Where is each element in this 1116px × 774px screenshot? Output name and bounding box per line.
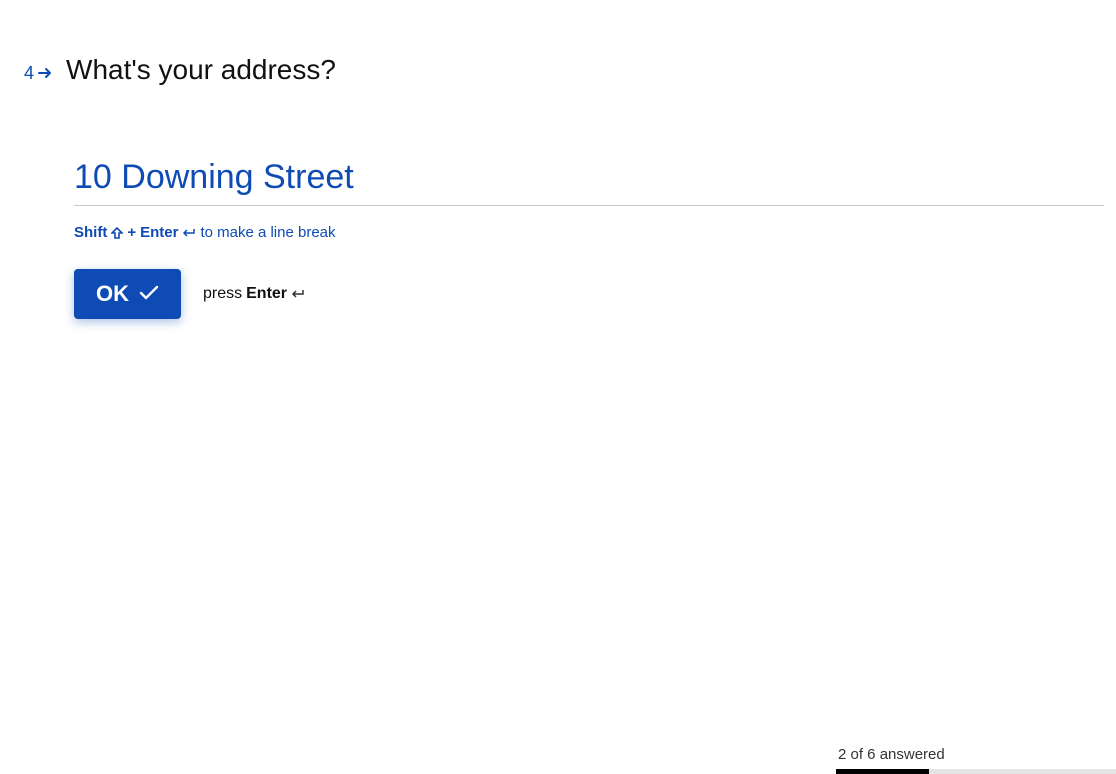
check-icon: [139, 281, 159, 307]
press-enter-hint: press Enter: [203, 285, 305, 303]
progress-bar: [836, 769, 1116, 774]
hint-enter-text: Enter: [140, 224, 178, 241]
hint-shift-text: Shift: [74, 224, 107, 241]
arrow-right-icon: [38, 67, 52, 79]
progress-label: 2 of 6 answered: [836, 746, 1116, 763]
form-question-container: 4 What's your address? Shift + Enter to …: [0, 0, 1116, 319]
answer-block: Shift + Enter to make a line break OK pr…: [74, 158, 1104, 319]
hint-plus: +: [127, 224, 136, 241]
shift-key-icon: [111, 227, 123, 239]
ok-button[interactable]: OK: [74, 269, 181, 319]
address-input[interactable]: [74, 158, 1104, 206]
line-break-hint: Shift + Enter to make a line break: [74, 224, 1104, 241]
hint-suffix: to make a line break: [200, 224, 335, 241]
enter-key-icon: [291, 289, 305, 299]
progress-container: 2 of 6 answered: [836, 746, 1116, 774]
enter-key-icon: [182, 228, 196, 238]
action-row: OK press Enter: [74, 269, 1104, 319]
question-number-value: 4: [24, 63, 34, 84]
press-key: Enter: [246, 285, 287, 303]
question-title: What's your address?: [66, 52, 336, 88]
question-number: 4: [24, 63, 52, 84]
press-prefix: press: [203, 285, 242, 303]
ok-button-label: OK: [96, 281, 129, 307]
progress-fill: [836, 769, 929, 774]
question-row: 4 What's your address?: [24, 52, 1104, 88]
